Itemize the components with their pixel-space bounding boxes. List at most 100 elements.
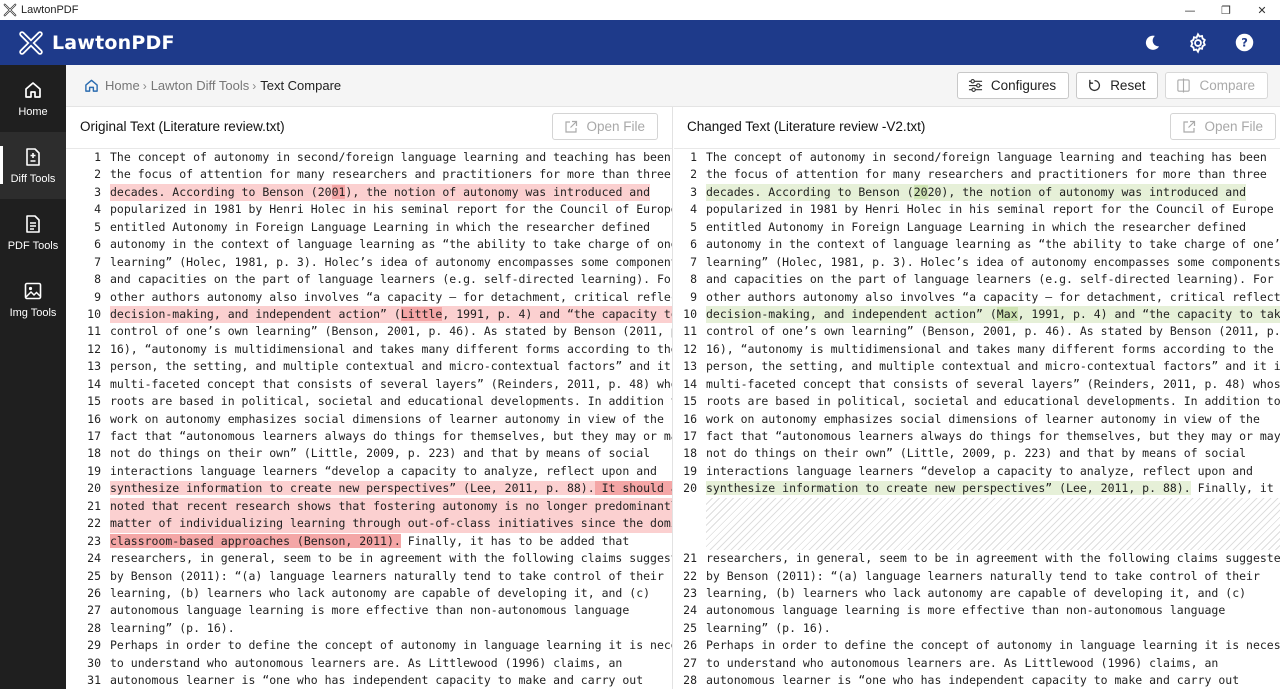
code-line: 3 decades. According to Benson (2020), th…	[674, 183, 1280, 202]
line-number: 17	[87, 429, 101, 443]
line-number: 9	[690, 289, 697, 304]
original-text-area[interactable]: 1 The concept of autonomy in second/forei…	[66, 148, 672, 689]
code-line: 26 Perhaps in order to define the concept…	[674, 637, 1280, 654]
sidebar-item-img-tools[interactable]: Img Tools	[0, 266, 66, 333]
code-line: 28 autonomous learner is “one who has ind…	[674, 672, 1280, 689]
help-icon[interactable]: ?	[1232, 31, 1256, 55]
open-file-label: Open File	[1204, 119, 1263, 134]
line-text: control of one’s own learning” (Benson, …	[110, 324, 672, 339]
line-text: popularized in 1981 by Henri Holec in hi…	[706, 202, 1274, 217]
line-text: the focus of attention for many research…	[706, 167, 1267, 182]
configures-button[interactable]: Configures	[956, 72, 1070, 99]
line-number: 7	[94, 254, 101, 269]
breadcrumb-home[interactable]: Home ›	[84, 78, 151, 93]
code-line: 8 and capacities on the part of language …	[66, 271, 672, 288]
image-icon	[24, 282, 42, 299]
code-line: 14 multi-faceted concept that consists of…	[66, 376, 672, 393]
breadcrumb-current-label: Text Compare	[260, 78, 342, 93]
line-text: synthesize information to create new per…	[110, 480, 672, 497]
code-line: 22 by Benson (2011): “(a) language learne…	[674, 568, 1280, 585]
code-line: 11 control of one’s own learning” (Benson…	[66, 323, 672, 340]
line-number: 15	[683, 394, 697, 409]
open-file-icon	[565, 120, 578, 133]
code-line: 3 decades. According to Benson (2001), th…	[66, 183, 672, 202]
code-line: 10 decision-making, and independent actio…	[66, 305, 672, 324]
line-text: synthesize information to create new per…	[706, 481, 1274, 496]
open-changed-button[interactable]: Open File	[1170, 113, 1276, 140]
code-line: 2 the focus of attention for many researc…	[674, 166, 1280, 183]
reset-button[interactable]: Reset	[1076, 72, 1159, 99]
code-line: 19 interactions language learners “develo…	[674, 463, 1280, 480]
changed-text-area[interactable]: 1 The concept of autonomy in second/forei…	[674, 148, 1280, 689]
code-line: 29 Perhaps in order to define the concept…	[66, 637, 672, 654]
line-number: 7	[690, 254, 697, 269]
line-number: 22	[683, 568, 697, 583]
line-text: Perhaps in order to define the concept o…	[110, 638, 672, 653]
code-line: 16 work on autonomy emphasizes social dim…	[66, 411, 672, 428]
maximize-button[interactable]: ❐	[1208, 0, 1244, 20]
line-number: 8	[94, 272, 101, 287]
svg-text:?: ?	[1241, 35, 1248, 49]
code-line: 24 autonomous language learning is more e…	[674, 602, 1280, 619]
breadcrumb-section[interactable]: Lawton Diff Tools ›	[151, 78, 261, 93]
minimize-button[interactable]: —	[1172, 0, 1208, 20]
line-number: 15	[87, 394, 101, 409]
code-line: 16 work on autonomy emphasizes social dim…	[674, 411, 1280, 428]
topbar: Home › Lawton Diff Tools › Text Compare Co…	[66, 65, 1280, 107]
line-number: 25	[683, 620, 697, 635]
gear-icon[interactable]	[1186, 31, 1210, 55]
code-line: 7 learning” (Holec, 1981, p. 3). Holec’s …	[674, 254, 1280, 271]
sidebar-item-diff-tools[interactable]: Diff Tools	[0, 132, 66, 199]
code-line: 5 entitled Autonomy in Foreign Language L…	[66, 219, 672, 236]
line-text: autonomous learner is “one who has indep…	[706, 673, 1240, 688]
reset-label: Reset	[1110, 78, 1146, 93]
close-button[interactable]: ✕	[1244, 0, 1280, 20]
code-line: 31 autonomous learner is “one who has ind…	[66, 672, 672, 689]
sidebar-item-label: Diff Tools	[10, 172, 56, 185]
open-original-button[interactable]: Open File	[552, 113, 658, 140]
code-line: 13 person, the setting, and multiple cont…	[66, 358, 672, 375]
changed-title: Changed Text (Literature review -V2.txt)	[687, 119, 926, 134]
sidebar-item-home[interactable]: Home	[0, 65, 66, 132]
line-text: researchers, in general, seem to be in a…	[110, 551, 672, 566]
configures-label: Configures	[990, 78, 1057, 93]
reset-icon	[1089, 79, 1101, 91]
line-number: 12	[87, 341, 101, 356]
compare-button[interactable]: Compare	[1165, 72, 1268, 99]
changed-word: 20	[913, 184, 928, 199]
code-line: 11 control of one’s own learning” (Benson…	[674, 323, 1280, 340]
line-number: 2	[94, 167, 101, 182]
line-text: learning” (Holec, 1981, p. 3). Holec’s i…	[706, 254, 1280, 269]
line-number: 25	[87, 568, 101, 583]
line-text: multi-faceted concept that consists of s…	[706, 376, 1280, 391]
line-text: decades. According to Benson (2001), the…	[110, 183, 651, 202]
changed-word: 01	[331, 184, 346, 199]
moon-icon[interactable]	[1140, 31, 1164, 55]
code-line: 10 decision-making, and independent actio…	[674, 305, 1280, 324]
line-number: 11	[87, 324, 101, 339]
changed-pane: Changed Text (Literature review -V2.txt)…	[674, 107, 1280, 689]
line-number: 27	[683, 655, 697, 670]
code-line: 5 entitled Autonomy in Foreign Language L…	[674, 219, 1280, 236]
line-number: 5	[690, 219, 697, 234]
line-number: 21	[87, 498, 101, 513]
line-number: 16	[683, 411, 697, 426]
code-line: 9 other authors autonomy also involves “a…	[674, 289, 1280, 306]
line-number: 28	[87, 620, 101, 635]
line-text: by Benson (2011): “(a) language learners…	[110, 568, 664, 583]
sliders-icon	[968, 79, 982, 92]
line-text: interactions language learners “develop …	[706, 463, 1253, 478]
line-number: 28	[683, 673, 697, 688]
line-text: work on autonomy emphasizes social dimen…	[110, 411, 664, 426]
line-text: entitled Autonomy in Foreign Language Le…	[110, 219, 651, 234]
line-number: 1	[94, 150, 101, 164]
sidebar-item-pdf-tools[interactable]: PDF Tools	[0, 199, 66, 266]
line-number: 3	[94, 184, 101, 199]
line-text: other authors autonomy also involves “a …	[110, 289, 672, 304]
code-line: 27 to understand who autonomous learners …	[674, 655, 1280, 672]
line-text: learning” (Holec, 1981, p. 3). Holec’s i…	[110, 254, 672, 269]
line-text: to understand who autonomous learners ar…	[706, 655, 1219, 670]
code-line: 9 other authors autonomy also involves “a…	[66, 289, 672, 306]
code-line: 4 popularized in 1981 by Henri Holec in h…	[66, 201, 672, 218]
diff-file-icon	[26, 147, 40, 166]
